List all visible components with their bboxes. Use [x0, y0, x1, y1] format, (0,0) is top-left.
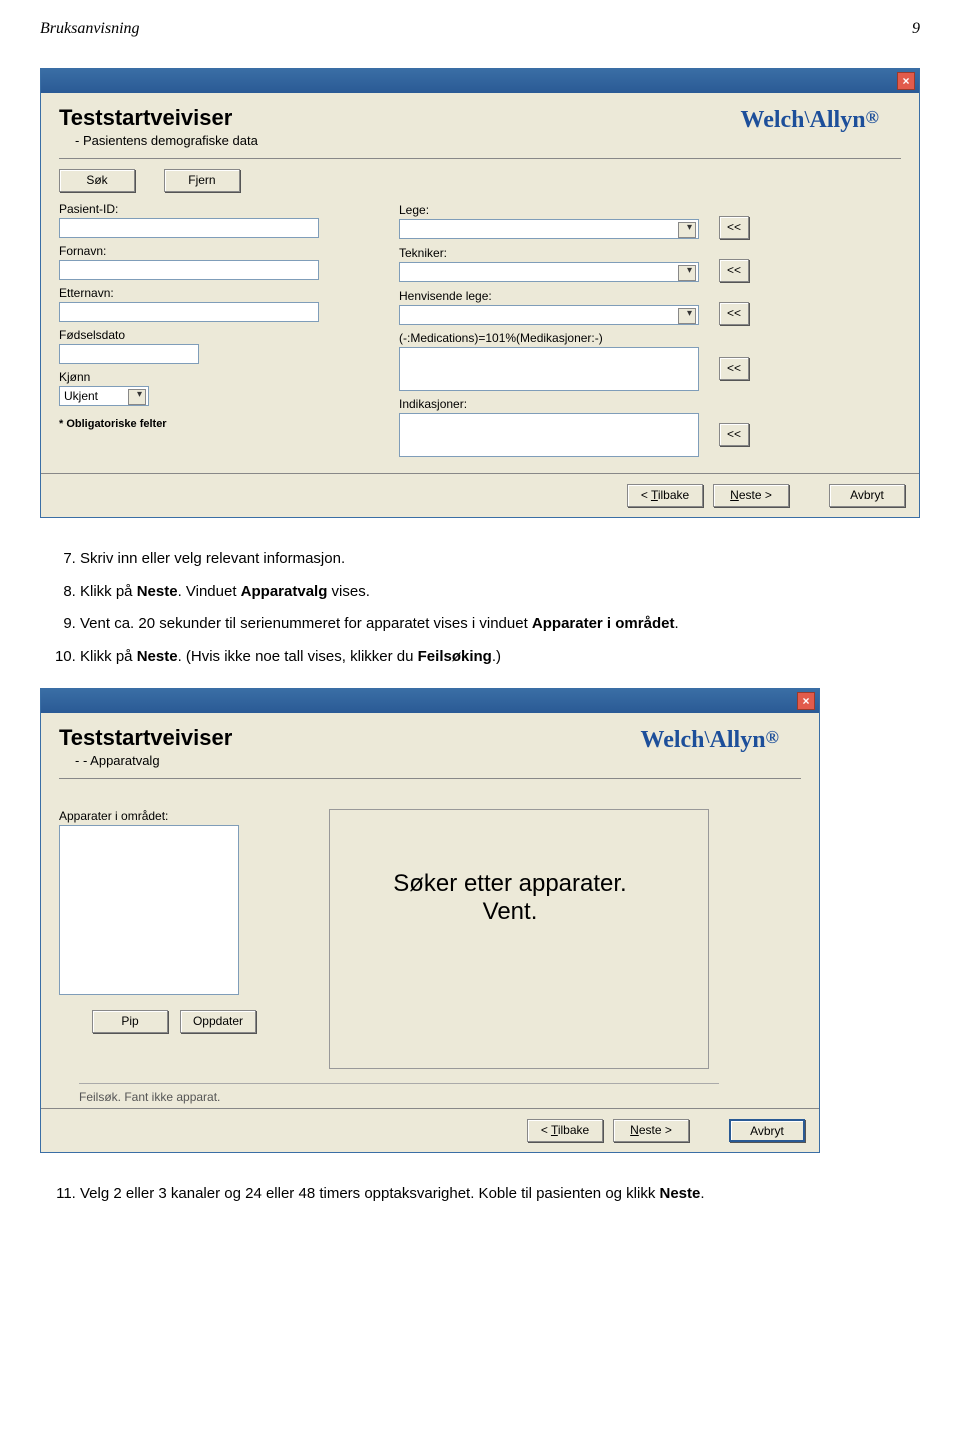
- titlebar: ×: [41, 689, 819, 713]
- divider: [59, 778, 801, 779]
- technician-select[interactable]: [399, 262, 699, 282]
- label-technician: Tekniker:: [399, 246, 711, 260]
- step-10: Klikk på Neste. (Hvis ikke noe tall vise…: [80, 646, 920, 669]
- lastname-input[interactable]: [59, 302, 319, 322]
- cancel-button[interactable]: Avbryt: [829, 484, 905, 507]
- wizard-subtitle: - - Apparatvalg: [75, 753, 801, 768]
- label-refdoc: Henvisende lege:: [399, 289, 711, 303]
- dob-input[interactable]: [59, 344, 199, 364]
- label-gender: Kjønn: [59, 370, 359, 384]
- titlebar: ×: [41, 69, 919, 93]
- cancel-button[interactable]: Avbryt: [729, 1119, 805, 1142]
- back-button[interactable]: < Tilbake: [527, 1119, 603, 1142]
- status-text: Feilsøk. Fant ikke apparat.: [79, 1083, 719, 1104]
- step-9: Vent ca. 20 sekunder til serienummeret f…: [80, 613, 920, 636]
- instruction-list-1: Skriv inn eller velg relevant informasjo…: [40, 548, 920, 668]
- brand-logo: Welch\Allyn®: [641, 727, 779, 754]
- wizard-window-device: × Teststartveiviser - - Apparatvalg Welc…: [40, 688, 820, 1153]
- indications-history-button[interactable]: <<: [719, 423, 749, 446]
- instruction-list-2: Velg 2 eller 3 kanaler og 24 eller 48 ti…: [40, 1183, 920, 1206]
- wizard-footer: < Tilbake Neste > Avbryt: [41, 473, 919, 517]
- medications-history-button[interactable]: <<: [719, 357, 749, 380]
- step-11: Velg 2 eller 3 kanaler og 24 eller 48 ti…: [80, 1183, 920, 1206]
- brand-logo: Welch\Allyn®: [741, 107, 879, 134]
- page-header: Bruksanvisning 9: [40, 20, 920, 38]
- devices-listbox[interactable]: [59, 825, 239, 995]
- close-icon[interactable]: ×: [797, 692, 815, 710]
- next-button[interactable]: Neste >: [613, 1119, 689, 1142]
- label-dob: Fødselsdato: [59, 328, 359, 342]
- label-lastname: Etternavn:: [59, 286, 359, 300]
- step-8: Klikk på Neste. Vinduet Apparatvalg vise…: [80, 581, 920, 604]
- back-button[interactable]: < Tilbake: [627, 484, 703, 507]
- scan-message: Søker etter apparater. Vent.: [330, 870, 690, 926]
- search-button[interactable]: Søk: [59, 169, 135, 192]
- patientid-input[interactable]: [59, 218, 319, 238]
- label-indications: Indikasjoner:: [399, 397, 711, 411]
- label-firstname: Fornavn:: [59, 244, 359, 258]
- indications-textarea[interactable]: [399, 413, 699, 457]
- technician-history-button[interactable]: <<: [719, 259, 749, 282]
- wizard-subtitle: - Pasientens demografiske data: [75, 133, 901, 148]
- medications-textarea[interactable]: [399, 347, 699, 391]
- firstname-input[interactable]: [59, 260, 319, 280]
- gender-select[interactable]: Ukjent: [59, 386, 149, 406]
- clear-button[interactable]: Fjern: [164, 169, 240, 192]
- label-devices: Apparater i området:: [59, 809, 289, 823]
- scan-panel: Søker etter apparater. Vent.: [329, 809, 709, 1069]
- next-button[interactable]: Neste >: [713, 484, 789, 507]
- header-left: Bruksanvisning: [40, 20, 140, 38]
- doctor-history-button[interactable]: <<: [719, 216, 749, 239]
- doctor-select[interactable]: [399, 219, 699, 239]
- wizard-footer: < Tilbake Neste > Avbryt: [41, 1108, 819, 1152]
- close-icon[interactable]: ×: [897, 72, 915, 90]
- wizard-window-demographics: × Teststartveiviser - Pasientens demogra…: [40, 68, 920, 518]
- refdoc-history-button[interactable]: <<: [719, 302, 749, 325]
- header-right: 9: [912, 20, 920, 38]
- label-medications: (-:Medications)=101%(Medikasjoner:-): [399, 331, 711, 345]
- mandatory-note: * Obligatoriske felter: [59, 418, 359, 430]
- update-button[interactable]: Oppdater: [180, 1010, 256, 1033]
- divider: [59, 158, 901, 159]
- step-7: Skriv inn eller velg relevant informasjo…: [80, 548, 920, 571]
- pip-button[interactable]: Pip: [92, 1010, 168, 1033]
- refdoc-select[interactable]: [399, 305, 699, 325]
- label-doctor: Lege:: [399, 203, 711, 217]
- label-patientid: Pasient-ID:: [59, 202, 359, 216]
